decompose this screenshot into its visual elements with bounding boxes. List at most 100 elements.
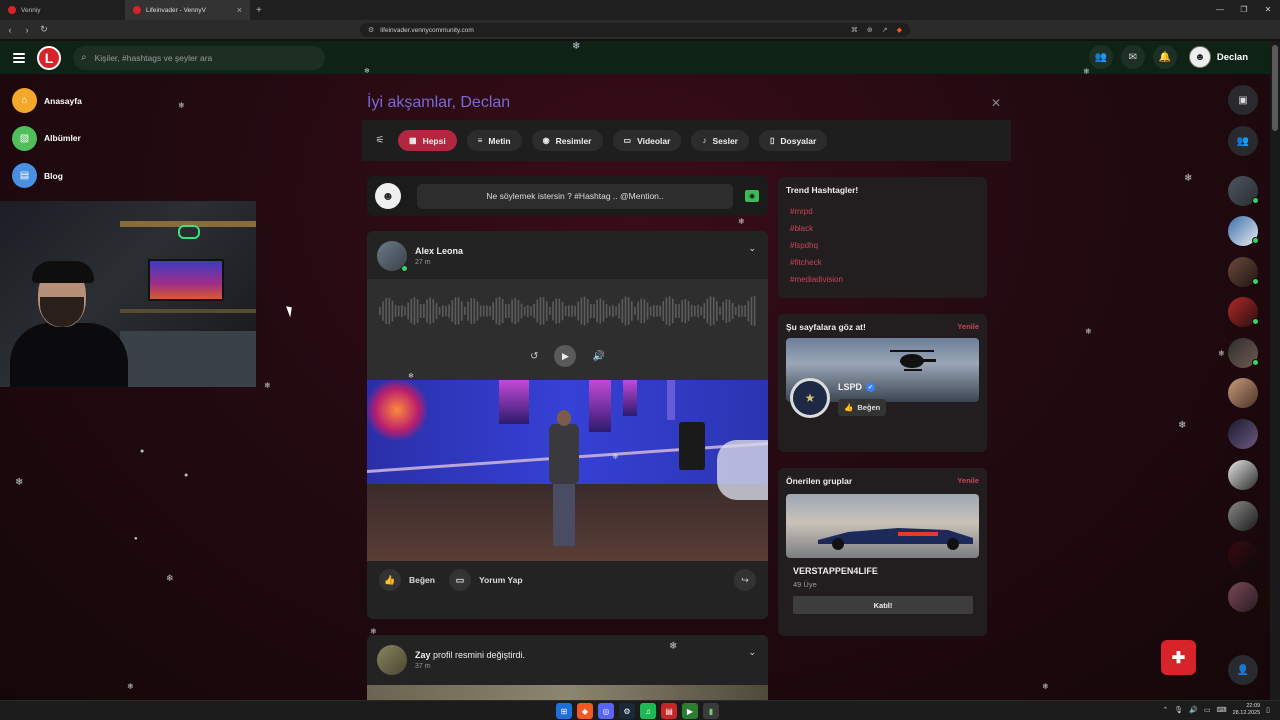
online-friend-avatar[interactable]	[1228, 176, 1259, 206]
page-scrollbar[interactable]	[1270, 41, 1280, 700]
close-tab-icon[interactable]: ×	[237, 5, 242, 15]
join-group-button[interactable]: Katıl!	[793, 596, 973, 614]
tray-expand-icon[interactable]: ⌃	[1162, 706, 1168, 714]
online-friend-avatar[interactable]	[1228, 257, 1259, 287]
close-window-icon[interactable]: ✕	[1256, 0, 1280, 20]
filter-files-button[interactable]: ▯ Dosyalar	[758, 130, 828, 151]
camera-icon[interactable]: ◉	[745, 190, 759, 202]
share-icon[interactable]: ↪	[734, 569, 756, 591]
composer-input[interactable]: Ne söylemek istersin ? #Hashtag .. @Ment…	[417, 183, 733, 209]
back-icon[interactable]: ‹	[3, 25, 17, 35]
search-input[interactable]: ⌕ Kişiler, #hashtags ve şeyler ara	[73, 45, 325, 70]
monitor-icon[interactable]: ▭	[1204, 706, 1211, 714]
filter-all-button[interactable]: ▦ Hepsi	[398, 130, 457, 151]
maximize-icon[interactable]: ❐	[1232, 0, 1256, 20]
audio-waveform[interactable]	[379, 291, 757, 331]
sidebar-item-blog[interactable]: ▤ Blog	[12, 163, 82, 188]
like-page-button[interactable]: 👍 Beğen	[838, 399, 887, 416]
site-info-icon[interactable]: ⚙	[368, 26, 374, 34]
add-friend-icon[interactable]: 👥	[1228, 126, 1258, 156]
filter-audio-button[interactable]: ♪ Sesler	[691, 130, 749, 151]
sidebar-item-home[interactable]: ⌂ Anasayfa	[12, 88, 82, 113]
volume-icon[interactable]: 🔊	[1189, 706, 1198, 714]
windows-start-icon[interactable]: ⊞	[556, 703, 572, 719]
address-bar[interactable]: ⚙ lifeinvader.vennycommunity.com ⌘ ⊕ ↗ ◆	[360, 23, 910, 37]
chat-icon[interactable]: ▣	[1228, 85, 1258, 115]
chevron-down-icon[interactable]: ⌄	[748, 647, 756, 658]
browser-tab-active[interactable]: Lifeinvader - VennyV ×	[125, 0, 250, 20]
app-icon[interactable]: ▤	[661, 703, 677, 719]
steam-icon[interactable]: ⚙	[619, 703, 635, 719]
page-name[interactable]: LSPD ✓	[838, 382, 876, 392]
new-tab-icon[interactable]: +	[250, 5, 268, 16]
browser-tab[interactable]: Venniy	[0, 0, 125, 20]
waveform-bar	[457, 297, 460, 325]
notification-center-icon[interactable]: ▯	[1266, 706, 1270, 714]
discord-icon[interactable]: ◎	[598, 703, 614, 719]
forward-icon[interactable]: ›	[20, 25, 34, 35]
monitor-app-icon[interactable]: ▮	[703, 703, 719, 719]
online-friend-avatar[interactable]	[1228, 297, 1259, 327]
player-icon[interactable]: ▶	[682, 703, 698, 719]
filter-images-button[interactable]: ◉ Resimler	[531, 130, 603, 151]
friend-avatar[interactable]	[1228, 460, 1258, 490]
taskbar-clock[interactable]: 22:09 28.12.2025	[1233, 703, 1261, 717]
webcam-tv	[148, 259, 224, 301]
hashtag-link[interactable]: #mrpd	[790, 207, 979, 216]
translate-icon[interactable]: ⌘	[851, 26, 858, 34]
hashtag-link[interactable]: #fitcheck	[790, 258, 979, 267]
post-image[interactable]	[367, 685, 768, 700]
post-author[interactable]: Zay	[415, 650, 431, 660]
friend-avatar[interactable]	[1228, 501, 1258, 531]
rewind-icon[interactable]: ↺	[530, 351, 538, 362]
waveform-bar	[615, 306, 617, 316]
messages-icon[interactable]: ✉	[1120, 45, 1145, 69]
sidebar-item-albums[interactable]: ▧ Albümler	[12, 125, 82, 151]
post-author[interactable]: Alex Leona	[415, 246, 463, 256]
friend-avatar[interactable]	[1228, 582, 1258, 612]
chevron-down-icon[interactable]: ⌄	[748, 243, 756, 254]
microphone-icon[interactable]: 🎙	[1174, 706, 1183, 714]
user-menu[interactable]: ☻ Declan	[1188, 46, 1248, 68]
brave-shield-icon[interactable]: ◆	[897, 26, 902, 34]
site-logo[interactable]: L	[37, 45, 61, 70]
snowflake-icon: ❄	[572, 41, 581, 52]
filter-settings-icon[interactable]: ⚟	[372, 135, 388, 146]
hamburger-menu-icon[interactable]	[13, 51, 25, 65]
avatar[interactable]	[377, 241, 408, 272]
friend-avatar[interactable]	[1228, 378, 1258, 408]
reload-icon[interactable]: ↻	[37, 24, 51, 35]
hashtag-link[interactable]: #black	[790, 224, 979, 233]
share-icon[interactable]: ↗	[882, 26, 888, 34]
language-icon[interactable]: ⌨	[1217, 706, 1227, 714]
online-friend-avatar[interactable]	[1228, 216, 1259, 246]
brave-browser-icon[interactable]: ◆	[577, 703, 593, 719]
filter-videos-button[interactable]: ▭ Videolar	[612, 130, 682, 151]
comment-button[interactable]: ▭ Yorum Yap	[448, 569, 523, 591]
create-post-button[interactable]: ✚	[1161, 640, 1196, 675]
friend-avatar[interactable]	[1228, 541, 1258, 571]
hashtag-link[interactable]: #mediadivision	[790, 275, 979, 284]
volume-icon[interactable]: 🔊	[592, 351, 604, 362]
close-icon[interactable]: ✕	[991, 96, 1001, 110]
lspd-seal-icon[interactable]: ★	[790, 378, 830, 418]
post-image[interactable]	[367, 380, 768, 561]
play-button[interactable]: ▶	[554, 345, 577, 367]
online-friend-avatar[interactable]	[1228, 338, 1259, 368]
filter-text-button[interactable]: ≡ Metin	[466, 130, 522, 151]
avatar[interactable]	[377, 645, 407, 675]
refresh-button[interactable]: Yenile	[957, 476, 979, 485]
notifications-bell-icon[interactable]: 🔔	[1152, 45, 1177, 69]
minimize-icon[interactable]: —	[1208, 0, 1232, 20]
spotify-icon[interactable]: ♫	[640, 703, 656, 719]
group-name[interactable]: VERSTAPPEN4LIFE	[793, 566, 878, 576]
friends-icon[interactable]: 👥	[1088, 45, 1113, 69]
friend-requests-icon[interactable]: 👤	[1228, 655, 1258, 685]
friend-avatar[interactable]	[1228, 419, 1258, 449]
hashtag-link[interactable]: #lspdhq	[790, 241, 979, 250]
refresh-button[interactable]: Yenile	[957, 322, 979, 331]
group-cover-image[interactable]	[786, 494, 979, 558]
like-button[interactable]: 👍 Beğen	[379, 569, 435, 591]
zoom-icon[interactable]: ⊕	[867, 26, 873, 34]
scroll-thumb[interactable]	[1272, 45, 1278, 131]
